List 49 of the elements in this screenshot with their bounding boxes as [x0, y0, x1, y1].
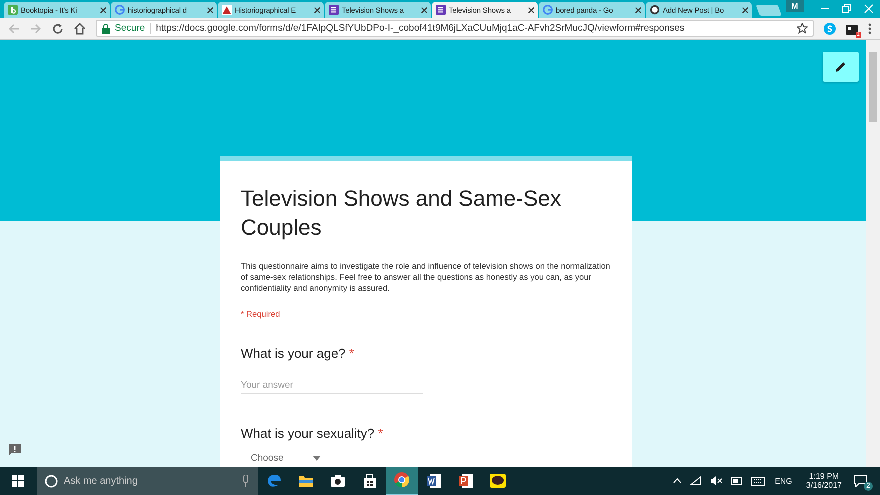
profile-button[interactable]: M — [786, 0, 804, 12]
form-icon — [329, 5, 339, 15]
caret-icon — [313, 456, 321, 460]
microphone-icon — [242, 475, 250, 487]
close-icon[interactable] — [742, 6, 749, 14]
secure-label: Secure — [115, 23, 152, 34]
lock-icon — [102, 24, 110, 34]
question-label: What is your sexuality? * — [241, 426, 384, 441]
chrome-icon[interactable] — [386, 466, 418, 495]
question-label: What is your age? * — [241, 346, 356, 361]
star-icon[interactable] — [797, 23, 808, 34]
form-icon — [436, 5, 446, 15]
restore-icon[interactable] — [842, 4, 852, 14]
language-indicator[interactable]: ENG — [775, 476, 792, 486]
edit-button[interactable] — [823, 52, 859, 82]
close-icon[interactable] — [635, 6, 642, 14]
circle-logo-icon — [650, 5, 660, 15]
windows-start-icon[interactable] — [12, 475, 24, 487]
required-note: * Required — [241, 309, 282, 319]
clock-date[interactable]: 3/16/2017 — [806, 481, 842, 490]
chevron-up-icon[interactable] — [673, 478, 682, 484]
action-center-icon[interactable] — [854, 475, 868, 487]
pencil-icon — [835, 61, 847, 73]
speaker-muted-icon[interactable] — [710, 476, 724, 486]
letter-b-icon — [8, 5, 18, 15]
dropdown[interactable]: Choose — [241, 450, 331, 466]
book-icon — [222, 5, 232, 15]
keyboard-icon[interactable] — [751, 476, 766, 486]
close-icon[interactable] — [314, 6, 321, 14]
search-field[interactable]: Ask me anything — [37, 467, 258, 495]
search-icon — [45, 474, 58, 488]
scrollbar[interactable] — [866, 40, 880, 467]
home-icon[interactable] — [74, 22, 86, 34]
form-description: This questionnaire aims to investigate the role and influence of television shows on the normalization of same-sex relationships. Feel free to answer all the questions as honestly as you can, as your confidentiality and anonymity is assured. — [241, 261, 611, 294]
extension-icon[interactable] — [846, 22, 858, 34]
google-icon — [543, 5, 553, 15]
google-icon — [115, 5, 125, 15]
menu-icon[interactable] — [868, 22, 872, 34]
battery-icon[interactable] — [731, 477, 744, 485]
url-text: https://docs.google.com/forms/d/e/1FAIpQLSfYUbDPo-I-_cobof41t9M6jLXaCUuMjq1aC-AFvh2SrMucJQ/viewform#responses — [156, 23, 685, 34]
close-icon[interactable] — [421, 6, 428, 14]
close-icon[interactable] — [207, 6, 214, 14]
reload-icon[interactable] — [52, 22, 64, 34]
close-icon[interactable] — [100, 6, 107, 14]
clock-time[interactable]: 1:19 PM — [809, 472, 840, 481]
feedback-icon[interactable] — [8, 443, 22, 457]
address-bar[interactable]: Secure https://docs.google.com/forms/d/e/1FAIpQLSfYUbDPo-I-_cobof41t9M6jLXaCUuMjq1aC-AFvh2SrMucJQ/viewform#responses — [96, 20, 814, 37]
form-title: Television Shows and Same-Sex Couples — [241, 185, 562, 242]
close-icon[interactable] — [528, 6, 535, 14]
